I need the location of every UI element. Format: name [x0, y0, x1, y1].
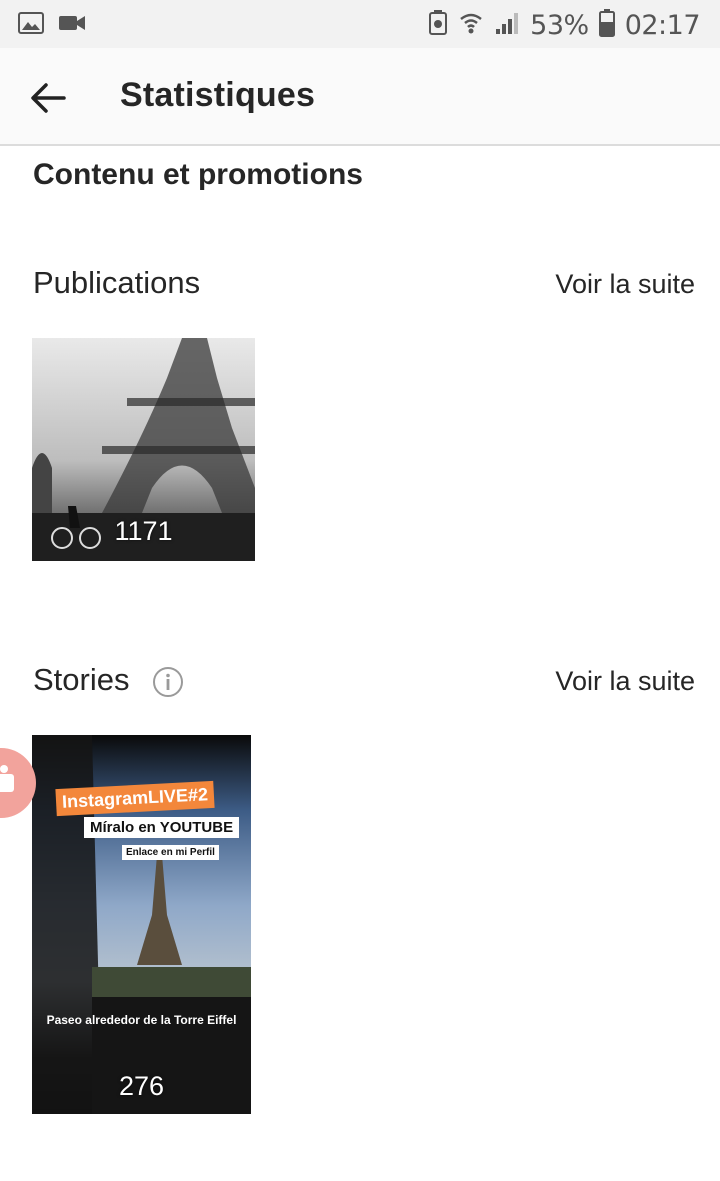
wifi-icon: [458, 10, 484, 41]
video-camera-icon: [0, 765, 14, 792]
status-left-icons: [18, 12, 86, 39]
status-right-icons: 53% 02:17: [428, 8, 701, 42]
info-icon[interactable]: [152, 666, 184, 698]
story-count: 276: [118, 1071, 165, 1101]
status-bar: 53% 02:17: [0, 0, 720, 48]
clock: 02:17: [624, 9, 701, 41]
publications-title: Publications: [33, 265, 201, 300]
publication-thumbnail[interactable]: 1171: [32, 338, 255, 561]
video-camera-icon: [58, 13, 86, 38]
back-button[interactable]: [26, 76, 70, 120]
gallery-icon: [18, 12, 44, 39]
publication-count: 1171: [114, 516, 173, 546]
floating-camera-button[interactable]: [0, 748, 36, 818]
signal-icon: [494, 10, 520, 41]
story-thumbnail[interactable]: InstagramLIVE#2 Míralo en YOUTUBE Enlace…: [32, 735, 251, 1114]
arrow-back-icon: [26, 83, 70, 124]
app-bar: Statistiques: [0, 48, 720, 146]
page-title: Statistiques: [120, 76, 316, 114]
story-overlay-link: Enlace en mi Perfil: [122, 845, 219, 860]
stories-see-more-link[interactable]: Voir la suite: [555, 666, 695, 697]
stories-title: Stories: [33, 662, 130, 697]
publications-see-more-link[interactable]: Voir la suite: [555, 269, 695, 300]
story-caption: Paseo alrededor de la Torre Eiffel: [46, 1013, 237, 1027]
battery-percent: 53%: [530, 9, 589, 41]
section-title: Contenu et promotions: [33, 158, 363, 191]
story-overlay-subtitle: Míralo en YOUTUBE: [84, 817, 240, 838]
battery-icon: [598, 8, 615, 42]
battery-saver-icon: [428, 9, 448, 41]
